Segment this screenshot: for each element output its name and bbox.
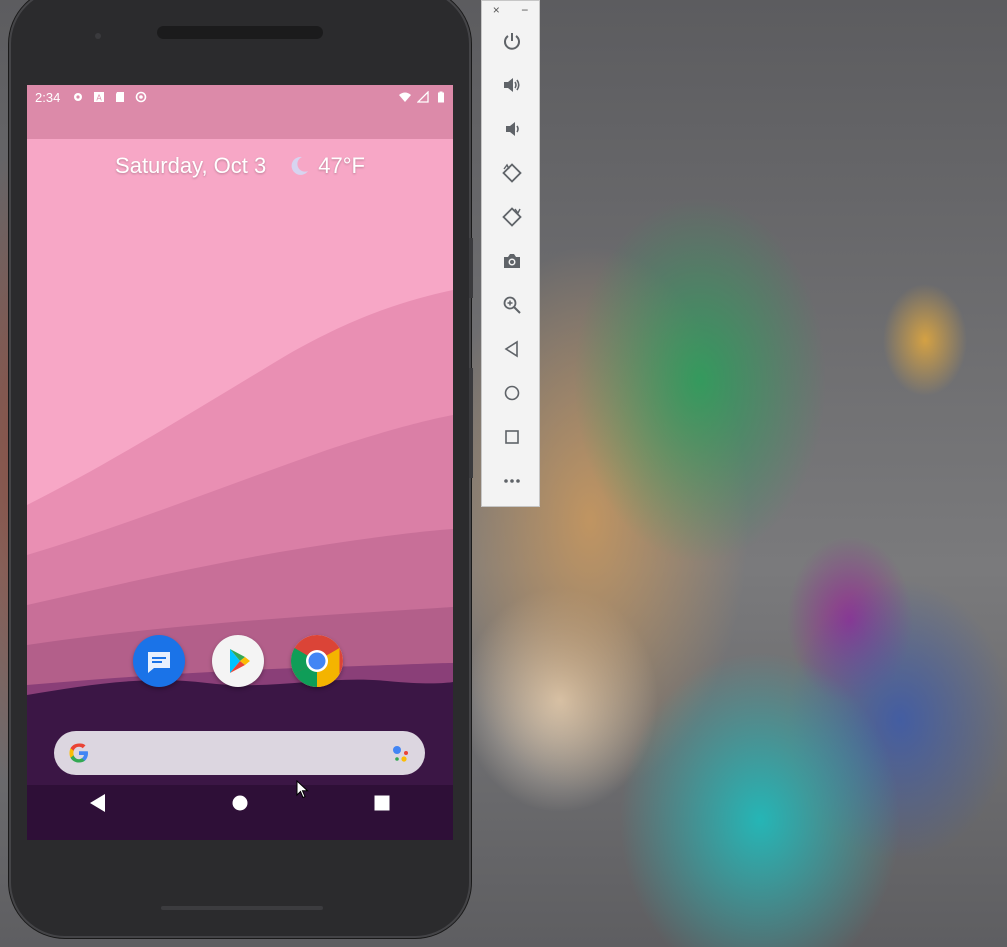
date-label[interactable]: Saturday, Oct 3 xyxy=(115,153,266,179)
svg-text:A: A xyxy=(97,94,103,103)
mouse-cursor-icon xyxy=(296,780,309,799)
wifi-icon xyxy=(399,92,411,102)
power-icon xyxy=(503,33,520,50)
recents-icon xyxy=(374,795,390,811)
phone-screen: 2:34 A Saturday, Oct 3 47°F xyxy=(27,85,453,840)
more-icon xyxy=(503,479,520,483)
back-triangle-icon xyxy=(504,340,518,358)
cellular-signal-icon xyxy=(417,91,429,103)
close-button[interactable]: × xyxy=(493,3,500,17)
weather[interactable]: 47°F xyxy=(288,153,365,179)
screenshot-button[interactable] xyxy=(482,239,541,283)
google-g-icon xyxy=(69,743,88,763)
emulator-toolbar: × − xyxy=(481,0,540,507)
toolbar-window-controls: × − xyxy=(482,1,539,19)
power-button[interactable] xyxy=(482,19,541,63)
home-icon xyxy=(232,795,248,811)
home-circle-icon xyxy=(504,385,519,401)
earpiece-speaker xyxy=(157,26,323,39)
at-a-glance-widget[interactable]: Saturday, Oct 3 47°F xyxy=(27,153,453,179)
volume-rocker xyxy=(469,368,473,478)
settings-icon xyxy=(74,93,83,101)
volume-up-icon xyxy=(503,78,520,92)
volume-up-button[interactable] xyxy=(482,63,541,107)
sync-icon xyxy=(136,91,147,103)
home-button[interactable] xyxy=(482,371,541,415)
messages-icon xyxy=(148,652,170,673)
google-search-bar[interactable] xyxy=(54,731,425,775)
zoom-button[interactable] xyxy=(482,283,541,327)
rotate-left-icon xyxy=(501,163,522,183)
bottom-speaker xyxy=(161,906,323,910)
back-button[interactable] xyxy=(482,327,541,371)
wallpaper-layers xyxy=(27,290,453,840)
chrome-icon xyxy=(291,635,343,687)
sd-card-icon xyxy=(116,92,125,102)
battery-icon xyxy=(438,91,444,103)
play-store-icon xyxy=(230,649,250,673)
side-button xyxy=(469,238,473,298)
minimize-button[interactable]: − xyxy=(521,3,528,17)
rotate-left-button[interactable] xyxy=(482,151,541,195)
status-time: 2:34 xyxy=(35,89,61,105)
overview-square-icon xyxy=(504,430,519,444)
volume-down-button[interactable] xyxy=(482,107,541,151)
phone-frame: 2:34 A Saturday, Oct 3 47°F xyxy=(9,0,473,938)
volume-down-icon xyxy=(505,122,519,136)
app-dock xyxy=(133,635,343,687)
back-icon xyxy=(90,794,105,812)
status-bar: 2:34 A xyxy=(27,85,453,109)
zoom-icon xyxy=(503,296,521,314)
play-store-app[interactable] xyxy=(212,635,264,687)
nav-back-button[interactable] xyxy=(78,783,118,823)
more-button[interactable] xyxy=(482,459,541,503)
nav-home-button[interactable] xyxy=(220,783,260,823)
overview-button[interactable] xyxy=(482,415,541,459)
rotate-right-button[interactable] xyxy=(482,195,541,239)
assistant-icon[interactable] xyxy=(387,740,413,766)
front-camera xyxy=(95,33,101,39)
moon-icon xyxy=(291,156,309,175)
nav-recents-button[interactable] xyxy=(362,783,402,823)
home-wallpaper xyxy=(27,85,453,840)
rotate-right-icon xyxy=(501,207,522,227)
navigation-bar xyxy=(27,783,453,823)
camera-icon xyxy=(503,254,520,268)
chrome-app[interactable] xyxy=(291,635,343,687)
app-notification-icon: A xyxy=(94,92,105,103)
messages-app[interactable] xyxy=(133,635,185,687)
temperature-label: 47°F xyxy=(318,153,365,178)
